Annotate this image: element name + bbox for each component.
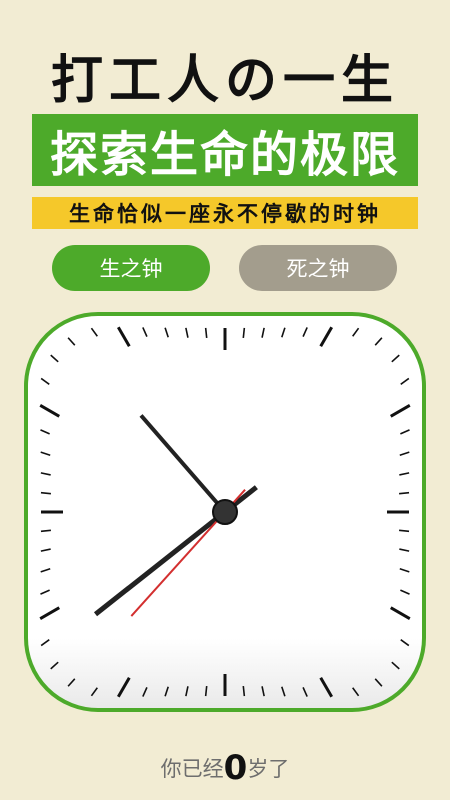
center-pin: [212, 499, 238, 525]
minute-tick: [40, 491, 51, 495]
tagline-ribbon: 生命恰似一座永不停歇的时钟: [32, 197, 418, 229]
clock-face: [24, 312, 426, 712]
banner: 探索生命的极限: [32, 114, 418, 186]
minute-tick: [399, 529, 410, 533]
age-suffix: 岁了: [247, 757, 290, 781]
minute-tick: [242, 686, 246, 697]
age-value: 0: [223, 748, 248, 788]
tab-death-clock[interactable]: 死之钟: [239, 245, 397, 291]
minute-tick: [204, 686, 208, 697]
minute-tick: [204, 327, 208, 338]
banner-text: 探索生命的极限: [49, 127, 400, 183]
age-prefix: 你已经: [160, 757, 224, 781]
minute-tick: [399, 491, 410, 495]
age-text: 你已经0岁了: [0, 748, 450, 788]
page-title: 打工人の一生: [50, 51, 399, 111]
minute-tick: [242, 327, 246, 338]
tab-life-clock[interactable]: 生之钟: [52, 245, 210, 291]
tagline-text: 生命恰似一座永不停歇的时钟: [69, 202, 381, 226]
minute-tick: [40, 529, 51, 533]
